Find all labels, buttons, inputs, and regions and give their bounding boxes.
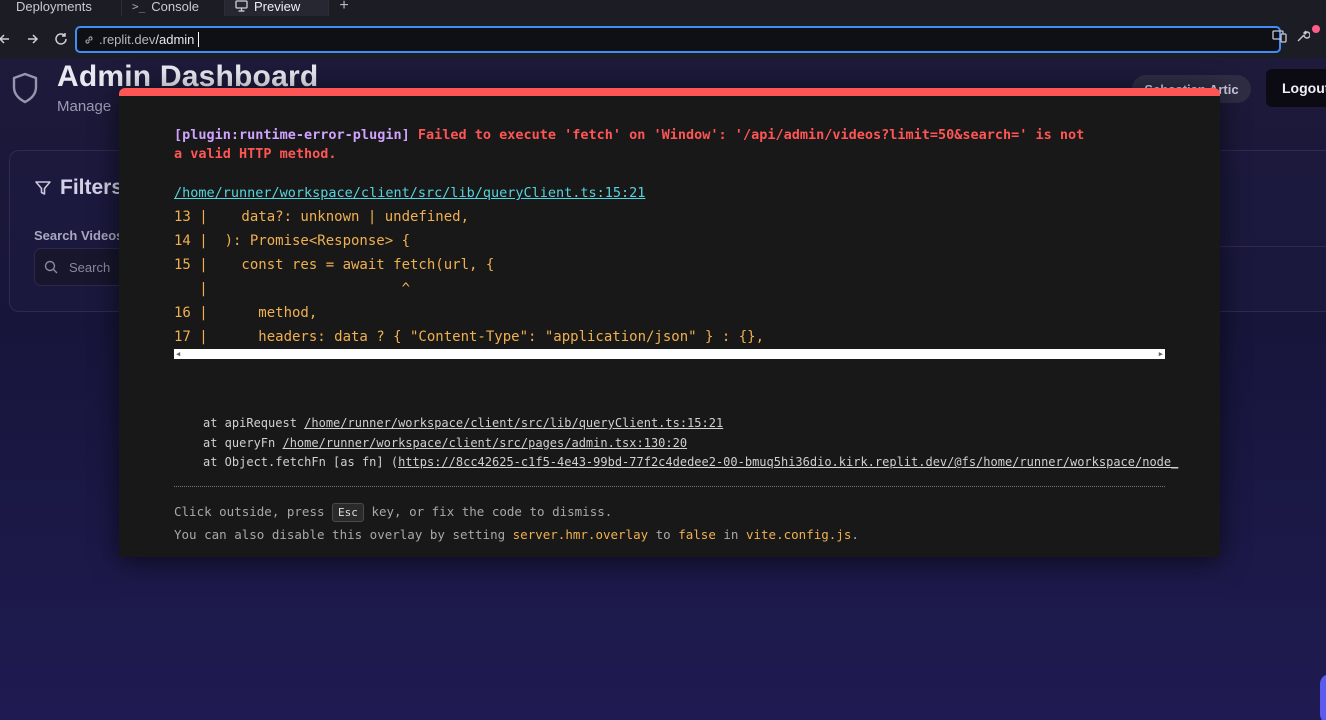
shield-icon	[12, 72, 38, 104]
devices-icon[interactable]	[1272, 29, 1288, 43]
reload-icon	[55, 33, 67, 45]
code-horizontal-scrollbar[interactable]: ◀ ▶	[174, 349, 1165, 359]
stack-frame-link[interactable]: https://8cc42625-c1f5-4e43-99bd-77f2c4de…	[398, 455, 1178, 469]
page-subtitle: Manage	[57, 98, 112, 115]
filter-icon	[35, 181, 51, 195]
tab-preview[interactable]: Preview	[225, 0, 329, 16]
error-plugin-name: [plugin:runtime-error-plugin]	[174, 127, 410, 143]
code-line: 15 | const res = await fetch(url, {	[174, 257, 495, 273]
disable-overlay-tip: You can also disable this overlay by set…	[174, 523, 859, 546]
runtime-error-overlay[interactable]: [plugin:runtime-error-plugin] Failed to …	[119, 88, 1220, 557]
search-videos-label: Search Videos	[34, 228, 124, 243]
error-message: [plugin:runtime-error-plugin] Failed to …	[174, 126, 1174, 164]
stack-trace: at apiRequest /home/runner/workspace/cli…	[203, 414, 1178, 473]
filters-heading: Filters	[34, 176, 123, 200]
setting-value: false	[678, 527, 716, 542]
scroll-left-arrow-icon[interactable]: ◀	[174, 350, 182, 358]
new-tab-button[interactable]: +	[329, 0, 359, 16]
floating-assistant-button[interactable]	[1320, 674, 1326, 720]
config-file: vite.config.js	[745, 527, 852, 542]
error-file-link[interactable]: /home/runner/workspace/client/src/lib/qu…	[174, 185, 645, 201]
code-frame: 13 | data?: unknown | undefined, 14 | ):…	[174, 205, 1165, 349]
stack-frame-name: at Object.fetchFn [as fn] (	[203, 455, 399, 469]
stack-frame-name: at queryFn	[203, 435, 283, 450]
stack-frame: at apiRequest /home/runner/workspace/cli…	[203, 414, 1178, 434]
workspace-tab-bar: Deployments >_ Console Preview +	[0, 0, 1326, 20]
tip-text: Click outside, press	[174, 504, 333, 519]
esc-key-badge: Esc	[332, 503, 364, 522]
stack-frame: at Object.fetchFn [as fn] (https://8cc42…	[203, 453, 1178, 473]
card-divider	[1218, 246, 1326, 247]
notification-dot	[1312, 25, 1320, 33]
stack-frame-link[interactable]: /home/runner/workspace/client/src/lib/qu…	[304, 416, 723, 430]
filters-title: Filters	[60, 176, 124, 199]
arrow-right-icon	[28, 34, 39, 44]
search-placeholder: Search	[69, 259, 111, 275]
stack-frame-link[interactable]: /home/runner/workspace/client/src/pages/…	[282, 436, 687, 450]
tab-deployments-label: Deployments	[16, 0, 92, 14]
text-caret	[198, 32, 200, 47]
overlay-tip: Click outside, press Esc key, or fix the…	[174, 500, 859, 546]
tip-text: key, or fix the code to dismiss.	[363, 504, 613, 519]
stack-frame-name: at apiRequest	[203, 416, 305, 430]
tab-preview-label: Preview	[254, 0, 301, 14]
arrow-left-icon	[0, 34, 9, 44]
url-path: /admin	[155, 32, 195, 47]
wrench-icon[interactable]	[1296, 29, 1310, 43]
tip-text: in	[715, 527, 746, 542]
url-input[interactable]: .replit.dev/admin	[75, 26, 1281, 53]
code-pointer-line: | ^	[174, 281, 411, 297]
reload-button[interactable]	[48, 26, 74, 52]
link-icon	[85, 35, 93, 44]
code-line: 17 | headers: data ? { "Content-Type": "…	[174, 329, 765, 345]
stack-frame: at queryFn /home/runner/workspace/client…	[203, 434, 1178, 454]
code-line: 13 | data?: unknown | undefined,	[174, 209, 470, 225]
setting-name: server.hmr.overlay	[512, 527, 649, 542]
scroll-right-arrow-icon[interactable]: ▶	[1157, 350, 1165, 358]
code-line: 16 | method,	[174, 305, 318, 321]
tab-console-label: Console	[151, 0, 199, 14]
tip-text: to	[648, 527, 679, 542]
code-line: 14 | ): Promise<Response> {	[174, 233, 411, 249]
tip-text: .	[851, 527, 859, 542]
monitor-icon	[235, 0, 248, 12]
search-icon	[44, 260, 58, 274]
logout-button[interactable]: Logout	[1266, 69, 1326, 107]
browser-url-bar: .replit.dev/admin	[0, 20, 1326, 58]
error-message-line2: a valid HTTP method.	[174, 146, 337, 162]
back-button[interactable]	[0, 26, 14, 52]
error-message-line1: Failed to execute 'fetch' on 'Window': '…	[409, 127, 1085, 143]
terminal-icon: >_	[132, 0, 146, 13]
url-bar-actions	[1272, 25, 1326, 43]
url-host: .replit.dev	[99, 32, 156, 47]
tab-console[interactable]: >_ Console	[122, 0, 225, 16]
dismiss-tip: Click outside, press Esc key, or fix the…	[174, 500, 859, 523]
tab-deployments[interactable]: Deployments	[0, 0, 122, 16]
overlay-separator	[174, 486, 1165, 487]
forward-button[interactable]	[20, 26, 46, 52]
tip-text: You can also disable this overlay by set…	[174, 527, 513, 542]
